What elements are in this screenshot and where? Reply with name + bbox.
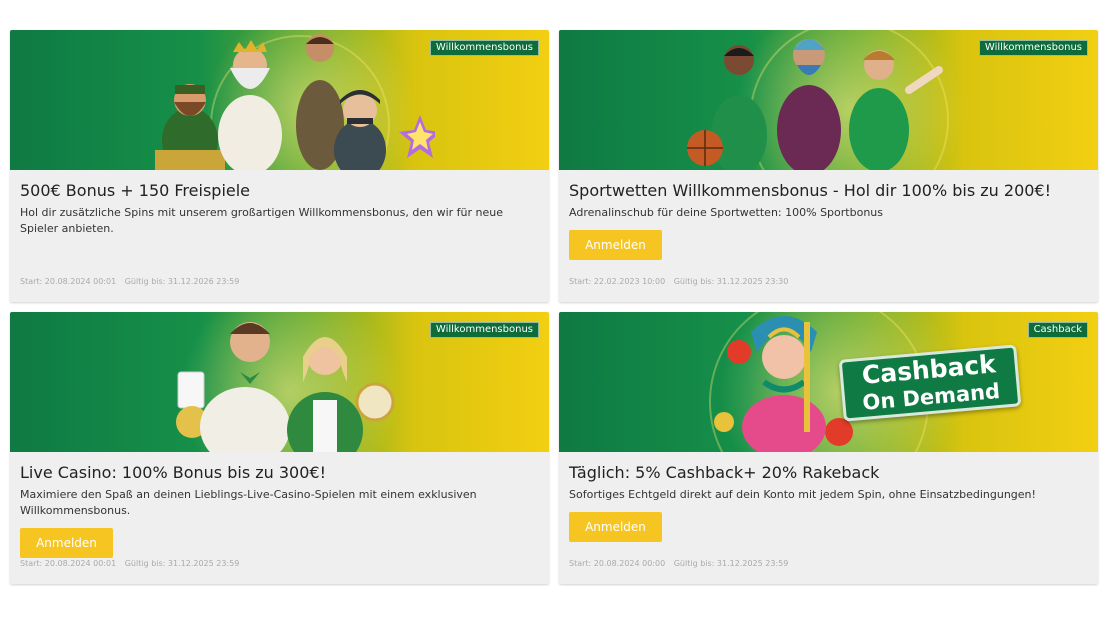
promo-banner-image: Willkommensbonus	[10, 30, 549, 170]
promo-category-badge: Willkommensbonus	[429, 322, 539, 338]
game-characters-illustration	[155, 34, 435, 170]
promo-title: Täglich: 5% Cashback+ 20% Rakeback	[569, 463, 880, 482]
register-button[interactable]: Anmelden	[569, 230, 662, 260]
promo-title: Sportwetten Willkommensbonus - Hol dir 1…	[569, 181, 1052, 200]
promo-dates: Start: 20.08.2024 00:01 Gültig bis: 31.1…	[20, 277, 239, 286]
promo-category-badge: Willkommensbonus	[429, 40, 539, 56]
promo-valid-until: Gültig bis: 31.12.2025 23:30	[673, 277, 789, 286]
promo-valid-until: Gültig bis: 31.12.2025 23:59	[673, 559, 789, 568]
promo-category-badge: Willkommensbonus	[978, 40, 1088, 56]
live-dealers-illustration	[176, 322, 395, 452]
promo-description: Hol dir zusätzliche Spins mit unserem gr…	[20, 206, 504, 235]
promo-banner-image: Cashback On Demand Cashback	[559, 312, 1098, 452]
promo-start-date: Start: 20.08.2024 00:00	[569, 559, 666, 568]
promo-start-date: Start: 22.02.2023 10:00	[569, 277, 666, 286]
promo-card-casino-welcome[interactable]: Willkommensbonus 500€ Bonus + 150 Freisp…	[10, 30, 549, 302]
promo-title: 500€ Bonus + 150 Freispiele	[20, 181, 251, 200]
promo-dates: Start: 22.02.2023 10:00 Gültig bis: 31.1…	[569, 277, 788, 286]
promo-banner-image: Willkommensbonus	[10, 312, 549, 452]
athletes-illustration	[687, 39, 943, 170]
promo-title: Live Casino: 100% Bonus bis zu 300€!	[20, 463, 326, 482]
register-button[interactable]: Anmelden	[569, 512, 662, 542]
promo-banner-image: Willkommensbonus	[559, 30, 1098, 170]
promo-valid-until: Gültig bis: 31.12.2025 23:59	[124, 559, 240, 568]
promo-card-cashback[interactable]: Cashback On Demand Cashback Täglich: 5% …	[559, 312, 1098, 584]
promo-description: Sofortiges Echtgeld direkt auf dein Kont…	[569, 488, 1036, 501]
promo-description: Adrenalinschub für deine Sportwetten: 10…	[569, 206, 883, 219]
promo-category-badge: Cashback	[1027, 322, 1088, 338]
promo-dates: Start: 20.08.2024 00:01 Gültig bis: 31.1…	[20, 559, 239, 568]
promo-card-live-casino[interactable]: Willkommensbonus Live Casino: 100% Bonus…	[10, 312, 549, 584]
promo-start-date: Start: 20.08.2024 00:01	[20, 559, 117, 568]
promo-dates: Start: 20.08.2024 00:00 Gültig bis: 31.1…	[569, 559, 788, 568]
promo-description: Maximiere den Spaß an deinen Lieblings-L…	[20, 488, 477, 517]
promo-card-sports-welcome[interactable]: Willkommensbonus Sportwetten Willkommens…	[559, 30, 1098, 302]
register-button[interactable]: Anmelden	[20, 528, 113, 558]
promotions-grid: Willkommensbonus 500€ Bonus + 150 Freisp…	[10, 30, 1098, 584]
promo-start-date: Start: 20.08.2024 00:01	[20, 277, 117, 286]
cashback-character-illustration	[714, 316, 853, 452]
promo-valid-until: Gültig bis: 31.12.2026 23:59	[124, 277, 240, 286]
